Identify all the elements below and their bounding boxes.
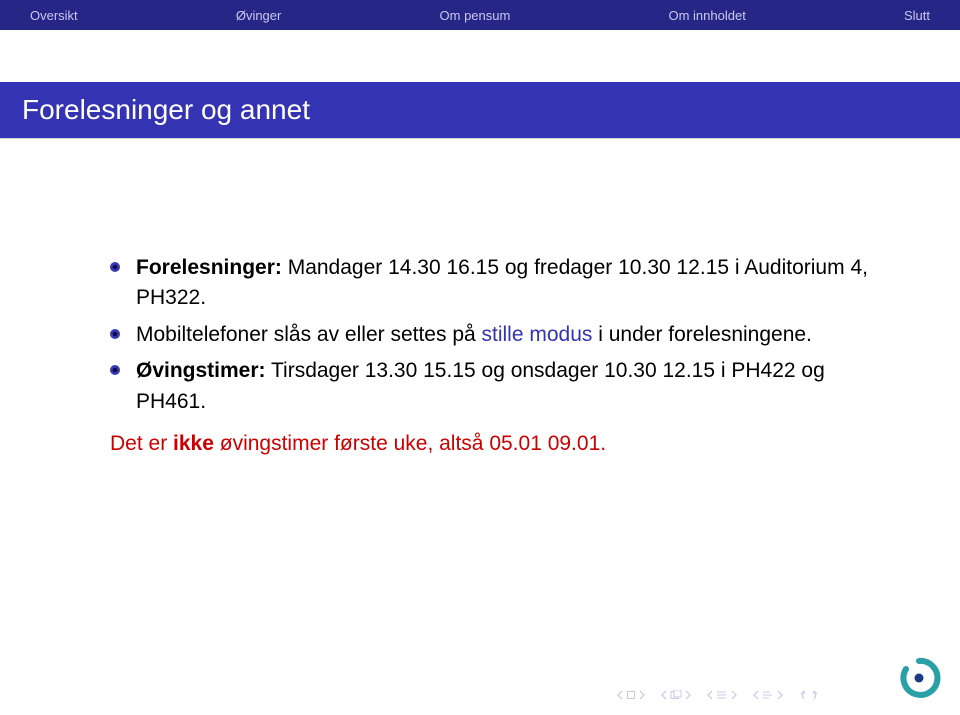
bullet-icon [110,365,120,375]
bullet-item: Forelesninger: Mandager 14.30 16.15 og f… [110,253,880,314]
nav-item-ovinger[interactable]: Øvinger [236,8,282,23]
nav-item-oversikt[interactable]: Oversikt [30,8,78,23]
note-line: Det er ikke øvingstimer første uke, alts… [110,429,880,459]
nav-doc-controls[interactable] [752,690,784,700]
nav-back-forward[interactable] [798,689,820,701]
logo-icon [896,655,942,701]
nav-subsection-controls[interactable] [660,690,692,700]
note-emphasis: ikke [173,432,214,455]
slide-body: Forelesninger: Mandager 14.30 16.15 og f… [0,138,960,460]
slide-title: Forelesninger og annet [22,94,310,126]
note-tail: øvingstimer første uke, altså 05.01 09.0… [214,432,606,455]
nav-item-om-innholdet[interactable]: Om innholdet [668,8,745,23]
bullet-item: Mobiltelefoner slås av eller settes på s… [110,320,880,350]
nav-item-om-pensum[interactable]: Om pensum [440,8,511,23]
nav-frame-controls[interactable] [616,690,646,700]
slide-title-band: Forelesninger og annet [0,82,960,138]
bullet-emphasis: stille modus [482,323,593,346]
nav-item-slutt[interactable]: Slutt [904,8,930,23]
bullet-icon [110,329,120,339]
bullet-lead: Mobiltelefoner slås av eller settes på [136,323,482,346]
note-lead: Det er [110,432,173,455]
nav-section-controls[interactable] [706,690,738,700]
bullet-prefix: Forelesninger: [136,256,282,279]
top-nav: Oversikt Øvinger Om pensum Om innholdet … [0,0,960,30]
bullet-item: Øvingstimer: Tirsdager 13.30 15.15 og on… [110,356,880,417]
bullet-icon [110,262,120,272]
bullet-prefix: Øvingstimer: [136,359,266,382]
beamer-nav [616,689,820,701]
bullet-tail: i under forelesningene. [592,323,812,346]
